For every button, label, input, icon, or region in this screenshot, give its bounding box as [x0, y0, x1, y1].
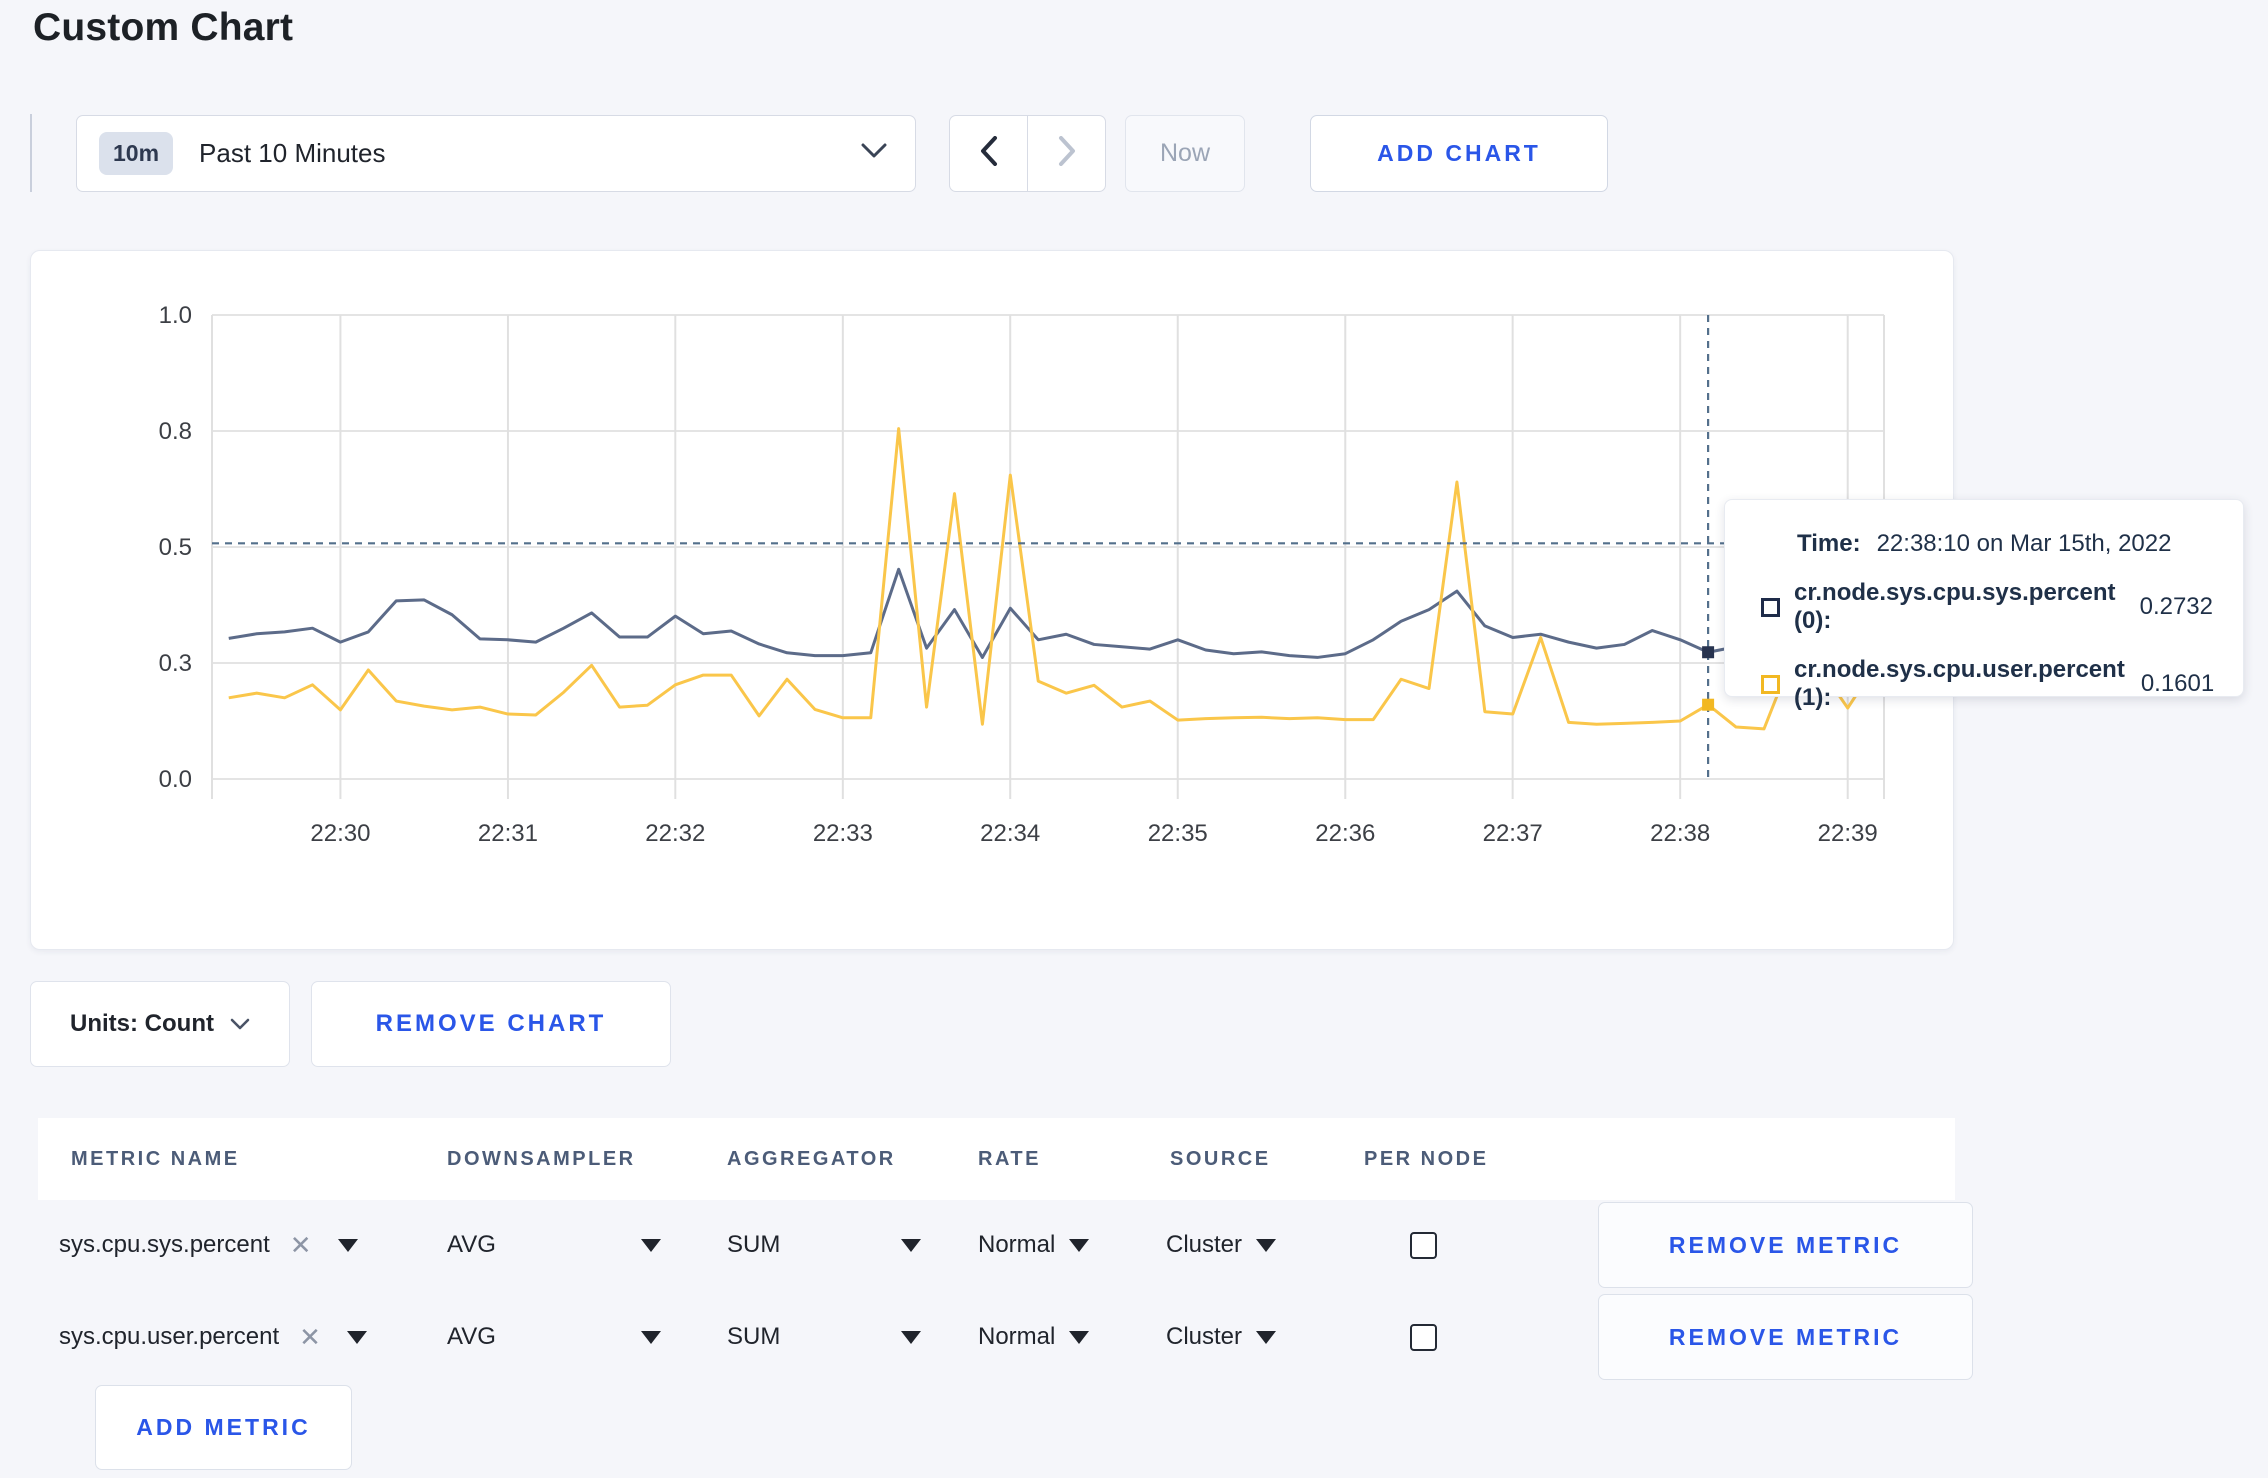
- chevron-left-icon: [980, 136, 998, 171]
- downsampler-select[interactable]: AVG: [447, 1231, 661, 1259]
- tooltip-series-value: 0.1601: [2140, 670, 2215, 697]
- chevron-down-icon: [230, 1010, 250, 1038]
- svg-text:22:32: 22:32: [645, 820, 705, 847]
- caret-down-icon: [1069, 1238, 1090, 1252]
- tooltip-series-label: cr.node.sys.cpu.sys.percent (0):: [1794, 579, 2116, 634]
- caret-down-icon: [346, 1330, 367, 1344]
- column-header-per-node: PER NODE: [1364, 1147, 1489, 1170]
- column-header-downsampler: DOWNSAMPLER: [447, 1147, 636, 1170]
- tooltip-series-row: cr.node.sys.cpu.sys.percent (0): 0.2732: [1761, 579, 2213, 635]
- rate-value: Normal: [978, 1231, 1056, 1258]
- per-node-checkbox[interactable]: [1410, 1231, 1437, 1259]
- downsampler-value: AVG: [447, 1231, 496, 1258]
- column-header-metric-name: METRIC NAME: [71, 1147, 240, 1170]
- caret-down-icon: [337, 1238, 358, 1252]
- custom-chart-page: Custom Chart 10m Past 10 Minutes Now ADD…: [0, 0, 2268, 1478]
- rate-select[interactable]: Normal: [978, 1231, 1090, 1259]
- source-value: Cluster: [1166, 1323, 1243, 1350]
- aggregator-value: SUM: [727, 1231, 781, 1258]
- svg-text:1.0: 1.0: [159, 302, 192, 329]
- clear-metric-icon[interactable]: ✕: [299, 1322, 321, 1353]
- remove-metric-button[interactable]: REMOVE METRIC: [1598, 1294, 1973, 1380]
- aggregator-select[interactable]: SUM: [727, 1323, 921, 1351]
- tooltip-series-value: 0.2732: [2139, 593, 2213, 620]
- svg-text:22:37: 22:37: [1483, 820, 1543, 847]
- caret-down-icon: [641, 1238, 661, 1252]
- units-label: Units: Count: [70, 1010, 214, 1037]
- metric-name-value: sys.cpu.user.percent: [59, 1323, 280, 1350]
- caret-down-icon: [1069, 1330, 1090, 1344]
- downsampler-value: AVG: [447, 1323, 496, 1350]
- time-window-label: Past 10 Minutes: [199, 138, 386, 168]
- rate-select[interactable]: Normal: [978, 1323, 1090, 1351]
- caret-down-icon: [901, 1330, 921, 1344]
- now-button[interactable]: Now: [1125, 115, 1245, 192]
- toolbar-divider: [30, 114, 32, 192]
- tooltip-time-row: Time: 22:38:10 on Mar 15th, 2022: [1797, 530, 2213, 558]
- caret-down-icon: [901, 1238, 921, 1252]
- tooltip-time-value: 22:38:10 on Mar 15th, 2022: [1876, 530, 2172, 557]
- source-select[interactable]: Cluster: [1166, 1323, 1277, 1351]
- svg-text:22:31: 22:31: [478, 820, 538, 847]
- time-pager: [949, 115, 1106, 192]
- metric-name-select[interactable]: sys.cpu.user.percent ✕: [59, 1322, 367, 1353]
- svg-text:22:34: 22:34: [980, 820, 1040, 847]
- tooltip-time-label: Time:: [1797, 530, 1861, 557]
- page-title: Custom Chart: [33, 6, 294, 49]
- column-header-rate: RATE: [978, 1147, 1041, 1170]
- add-chart-button[interactable]: ADD CHART: [1310, 115, 1608, 192]
- next-time-button[interactable]: [1028, 116, 1105, 191]
- downsampler-select[interactable]: AVG: [447, 1323, 661, 1351]
- column-header-source: SOURCE: [1170, 1147, 1271, 1170]
- remove-metric-button[interactable]: REMOVE METRIC: [1598, 1202, 1973, 1288]
- clear-metric-icon[interactable]: ✕: [290, 1230, 312, 1261]
- per-node-cell: [1410, 1231, 1437, 1259]
- svg-text:22:39: 22:39: [1818, 820, 1878, 847]
- column-header-aggregator: AGGREGATOR: [727, 1147, 896, 1170]
- metric-name-select[interactable]: sys.cpu.sys.percent ✕: [59, 1230, 358, 1261]
- per-node-checkbox[interactable]: [1410, 1323, 1437, 1351]
- per-node-cell: [1410, 1323, 1437, 1351]
- svg-text:0.8: 0.8: [159, 418, 192, 445]
- svg-text:22:36: 22:36: [1315, 820, 1375, 847]
- metric-row: sys.cpu.user.percent ✕ AVG SUM Normal Cl…: [38, 1292, 1973, 1382]
- metrics-table-header: METRIC NAME DOWNSAMPLER AGGREGATOR RATE …: [38, 1118, 1955, 1200]
- time-window-badge: 10m: [99, 132, 174, 175]
- metric-row: sys.cpu.sys.percent ✕ AVG SUM Normal Clu…: [38, 1200, 1973, 1290]
- svg-text:22:38: 22:38: [1650, 820, 1710, 847]
- remove-chart-button[interactable]: REMOVE CHART: [311, 981, 671, 1067]
- source-value: Cluster: [1166, 1231, 1243, 1258]
- caret-down-icon: [1256, 1330, 1277, 1344]
- caret-down-icon: [1256, 1238, 1277, 1252]
- tooltip-series-label: cr.node.sys.cpu.user.percent (1):: [1794, 656, 2125, 711]
- units-select[interactable]: Units: Count: [30, 981, 290, 1067]
- sys-percent-swatch-icon: [1761, 597, 1780, 617]
- chevron-right-icon: [1058, 136, 1076, 171]
- time-window-select[interactable]: 10m Past 10 Minutes: [76, 115, 916, 192]
- svg-text:22:30: 22:30: [310, 820, 370, 847]
- user-percent-swatch-icon: [1761, 674, 1780, 694]
- prev-time-button[interactable]: [950, 116, 1028, 191]
- add-metric-button[interactable]: ADD METRIC: [95, 1385, 352, 1470]
- timeseries-chart[interactable]: 0.0 0.3 0.5 0.8 1.0 22:30 22:31 22:32 22:33 22:34…: [31, 251, 1955, 951]
- rate-value: Normal: [978, 1323, 1056, 1350]
- chart-tooltip: Time: 22:38:10 on Mar 15th, 2022 cr.node…: [1724, 499, 2244, 711]
- aggregator-select[interactable]: SUM: [727, 1231, 921, 1259]
- aggregator-value: SUM: [727, 1323, 781, 1350]
- svg-text:0.5: 0.5: [159, 534, 192, 561]
- svg-text:22:35: 22:35: [1148, 820, 1208, 847]
- metric-name-value: sys.cpu.sys.percent: [59, 1231, 270, 1258]
- svg-text:0.0: 0.0: [159, 766, 192, 793]
- svg-text:22:33: 22:33: [813, 820, 873, 847]
- chart-card: 0.0 0.3 0.5 0.8 1.0 22:30 22:31 22:32 22:33 22:34…: [30, 250, 1954, 950]
- chevron-down-icon: [861, 143, 887, 164]
- source-select[interactable]: Cluster: [1166, 1231, 1277, 1259]
- svg-text:0.3: 0.3: [159, 650, 192, 677]
- tooltip-series-row: cr.node.sys.cpu.user.percent (1): 0.1601: [1761, 656, 2215, 712]
- caret-down-icon: [641, 1330, 661, 1344]
